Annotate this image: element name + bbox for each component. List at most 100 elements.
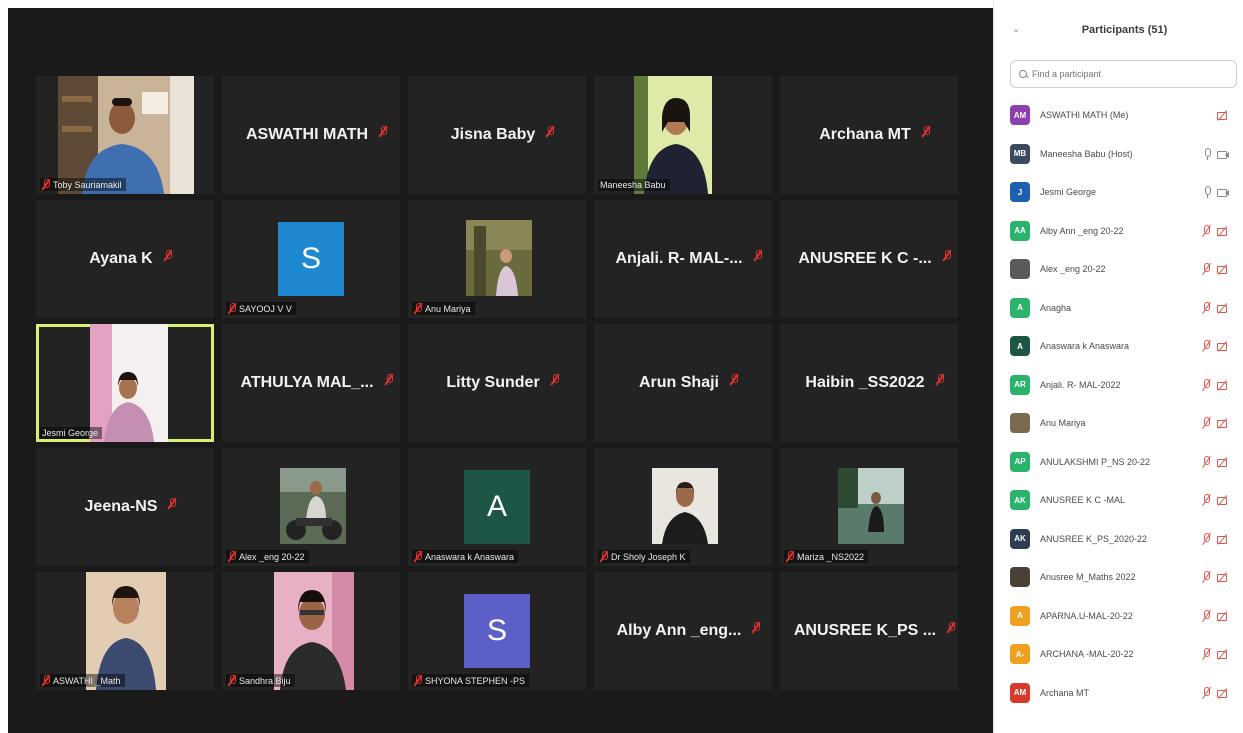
mic-off-icon bbox=[228, 675, 236, 686]
participant-row[interactable]: Anusree M_Maths 2022 bbox=[994, 558, 1243, 597]
participant-row[interactable]: Alex _eng 20-22 bbox=[994, 250, 1243, 289]
name-tile[interactable]: ANUSREE K C -... bbox=[780, 200, 958, 318]
mic-off-icon bbox=[42, 675, 50, 686]
mic-off-icon bbox=[1202, 686, 1211, 699]
participant-row[interactable]: J Jesmi George bbox=[994, 173, 1243, 212]
participant-name: Anu Mariya bbox=[1040, 418, 1086, 429]
avatar-tile[interactable]: A Anaswara k Anaswara bbox=[408, 448, 586, 566]
participant-photo bbox=[652, 468, 718, 544]
mic-off-icon bbox=[1202, 455, 1211, 468]
video-off-icon bbox=[1217, 110, 1229, 121]
participant-name-label: Anu Mariya bbox=[412, 302, 475, 315]
participant-name-label: Toby Sauriamakil bbox=[40, 178, 126, 191]
participant-status-icons bbox=[1202, 532, 1229, 545]
participant-name: Jesmi George bbox=[1040, 187, 1097, 198]
name-tile[interactable]: Archana MT bbox=[780, 76, 958, 194]
participant-row[interactable]: AP ANULAKSHMI P_NS 20-22 bbox=[994, 443, 1243, 482]
participant-name: Anaswara k Anaswara bbox=[1040, 341, 1130, 352]
video-tile-sholy[interactable]: Dr Sholy Joseph K bbox=[594, 448, 772, 566]
participant-row[interactable]: AK ANUSREE K C -MAL bbox=[994, 481, 1243, 520]
participant-avatar: AK bbox=[1010, 528, 1030, 549]
avatar-tile[interactable]: S SAYOOJ V V bbox=[222, 200, 400, 318]
mic-off-icon bbox=[168, 497, 177, 509]
participant-avatar: A bbox=[1010, 336, 1030, 357]
participant-search[interactable] bbox=[1010, 60, 1237, 88]
video-off-icon bbox=[1217, 572, 1229, 583]
participant-avatar: J bbox=[1010, 182, 1030, 203]
participant-name: ANULAKSHMI P_NS 20-22 bbox=[1040, 456, 1151, 467]
search-input[interactable] bbox=[1032, 69, 1212, 79]
participant-avatar: AP bbox=[1010, 451, 1030, 472]
name-tile[interactable]: ATHULYA MAL_... bbox=[222, 324, 400, 442]
video-tile-alex[interactable]: Alex _eng 20-22 bbox=[222, 448, 400, 566]
participant-row[interactable]: AM ASWATHI MATH (Me) bbox=[994, 96, 1243, 135]
participant-name: ASWATHI MATH (Me) bbox=[1040, 110, 1129, 121]
mic-icon bbox=[1203, 147, 1211, 160]
mic-off-icon bbox=[922, 125, 930, 137]
participant-row[interactable]: A- ARCHANA -MAL-20-22 bbox=[994, 635, 1243, 674]
video-off-icon bbox=[1217, 418, 1229, 429]
participant-row[interactable]: MB Maneesha Babu (Host) bbox=[994, 135, 1243, 174]
mic-off-icon bbox=[546, 125, 555, 137]
participant-row[interactable]: AR Anjali. R- MAL-2022 bbox=[994, 366, 1243, 405]
participant-name: ANUSREE K_PS ... bbox=[793, 622, 937, 639]
participant-name-label: SHYONA STEPHEN -PS bbox=[412, 674, 530, 687]
video-off-icon bbox=[1217, 534, 1229, 544]
participant-name-label: Dr Sholy Joseph K bbox=[598, 550, 690, 563]
participant-avatar: S bbox=[464, 594, 530, 668]
participant-row[interactable]: AK ANUSREE K_PS_2020-22 bbox=[994, 520, 1243, 559]
participant-row[interactable]: A Anaswara k Anaswara bbox=[994, 327, 1243, 366]
participant-name: Haibin _SS2022 bbox=[805, 374, 925, 391]
name-tile[interactable]: Alby Ann _eng... bbox=[594, 572, 772, 690]
participant-avatar: AK bbox=[1010, 490, 1030, 511]
name-tile[interactable]: Jeena-NS bbox=[36, 448, 214, 566]
video-tile-toby[interactable]: Toby Sauriamakil bbox=[36, 76, 214, 194]
mic-off-icon bbox=[947, 621, 956, 633]
name-tile[interactable]: Ayana K bbox=[36, 200, 214, 318]
participant-row[interactable]: Anu Mariya bbox=[994, 404, 1243, 443]
avatar-tile[interactable]: S SHYONA STEPHEN -PS bbox=[408, 572, 586, 690]
participant-row[interactable]: AM Archana MT bbox=[994, 674, 1243, 713]
name-tile[interactable]: ANUSREE K_PS ... bbox=[780, 572, 958, 690]
chevron-down-icon[interactable]: ⌄ bbox=[1012, 24, 1020, 35]
participant-name: Archana MT bbox=[1040, 687, 1090, 698]
name-tile[interactable]: Haibin _SS2022 bbox=[780, 324, 958, 442]
name-tile[interactable]: ASWATHI MATH bbox=[222, 76, 400, 194]
participant-status-icons bbox=[1202, 571, 1229, 583]
participant-name-label: Jesmi George bbox=[40, 427, 103, 439]
participant-video bbox=[90, 324, 168, 442]
video-tile-aswathi-math[interactable]: ASWATHI _Math bbox=[36, 572, 214, 690]
video-tile-anu[interactable]: Anu Mariya bbox=[408, 200, 586, 318]
mic-off-icon bbox=[1202, 301, 1211, 314]
panel-title: Participants (51) bbox=[1081, 24, 1168, 36]
panel-header: ⌄ Participants (51) bbox=[994, 0, 1243, 60]
participant-row[interactable]: AA Alby Ann _eng 20-22 bbox=[994, 212, 1243, 251]
participant-status-icons bbox=[1203, 147, 1229, 160]
mic-off-icon bbox=[414, 303, 422, 314]
participant-status-icons bbox=[1202, 609, 1229, 622]
mic-off-icon bbox=[228, 551, 236, 562]
participant-status-icons bbox=[1202, 224, 1229, 237]
participant-name-label: Maneesha Babu bbox=[598, 179, 670, 191]
participant-name: APARNA.U-MAL-20-22 bbox=[1040, 610, 1133, 621]
participant-row[interactable]: A APARNA.U-MAL-20-22 bbox=[994, 597, 1243, 636]
name-tile[interactable]: Jisna Baby bbox=[408, 76, 586, 194]
participant-name: Alby Ann _eng 20-22 bbox=[1040, 225, 1124, 236]
participant-name: Anusree M_Maths 2022 bbox=[1040, 572, 1136, 583]
participant-status-icons bbox=[1217, 110, 1229, 121]
video-icon bbox=[1217, 187, 1229, 198]
mic-off-icon bbox=[1202, 224, 1211, 237]
name-tile[interactable]: Litty Sunder bbox=[408, 324, 586, 442]
video-tile-jesmi-active-speaker[interactable]: Jesmi George bbox=[36, 324, 214, 442]
video-tile-maneesha[interactable]: Maneesha Babu bbox=[594, 76, 772, 194]
name-tile[interactable]: Anjali. R- MAL-... bbox=[594, 200, 772, 318]
participant-status-icons bbox=[1202, 417, 1229, 429]
video-tile-sandhra[interactable]: Sandhra Biju bbox=[222, 572, 400, 690]
participant-row[interactable]: A Anagha bbox=[994, 289, 1243, 328]
mic-off-icon bbox=[1202, 417, 1211, 429]
name-tile[interactable]: Arun Shaji bbox=[594, 324, 772, 442]
gallery-grid: Toby Sauriamakil ASWATHI MATH Jisna Baby bbox=[36, 76, 958, 690]
mic-off-icon bbox=[1202, 378, 1211, 391]
video-tile-mariza[interactable]: Mariza _NS2022 bbox=[780, 448, 958, 566]
participant-name: ASWATHI MATH bbox=[245, 126, 369, 143]
